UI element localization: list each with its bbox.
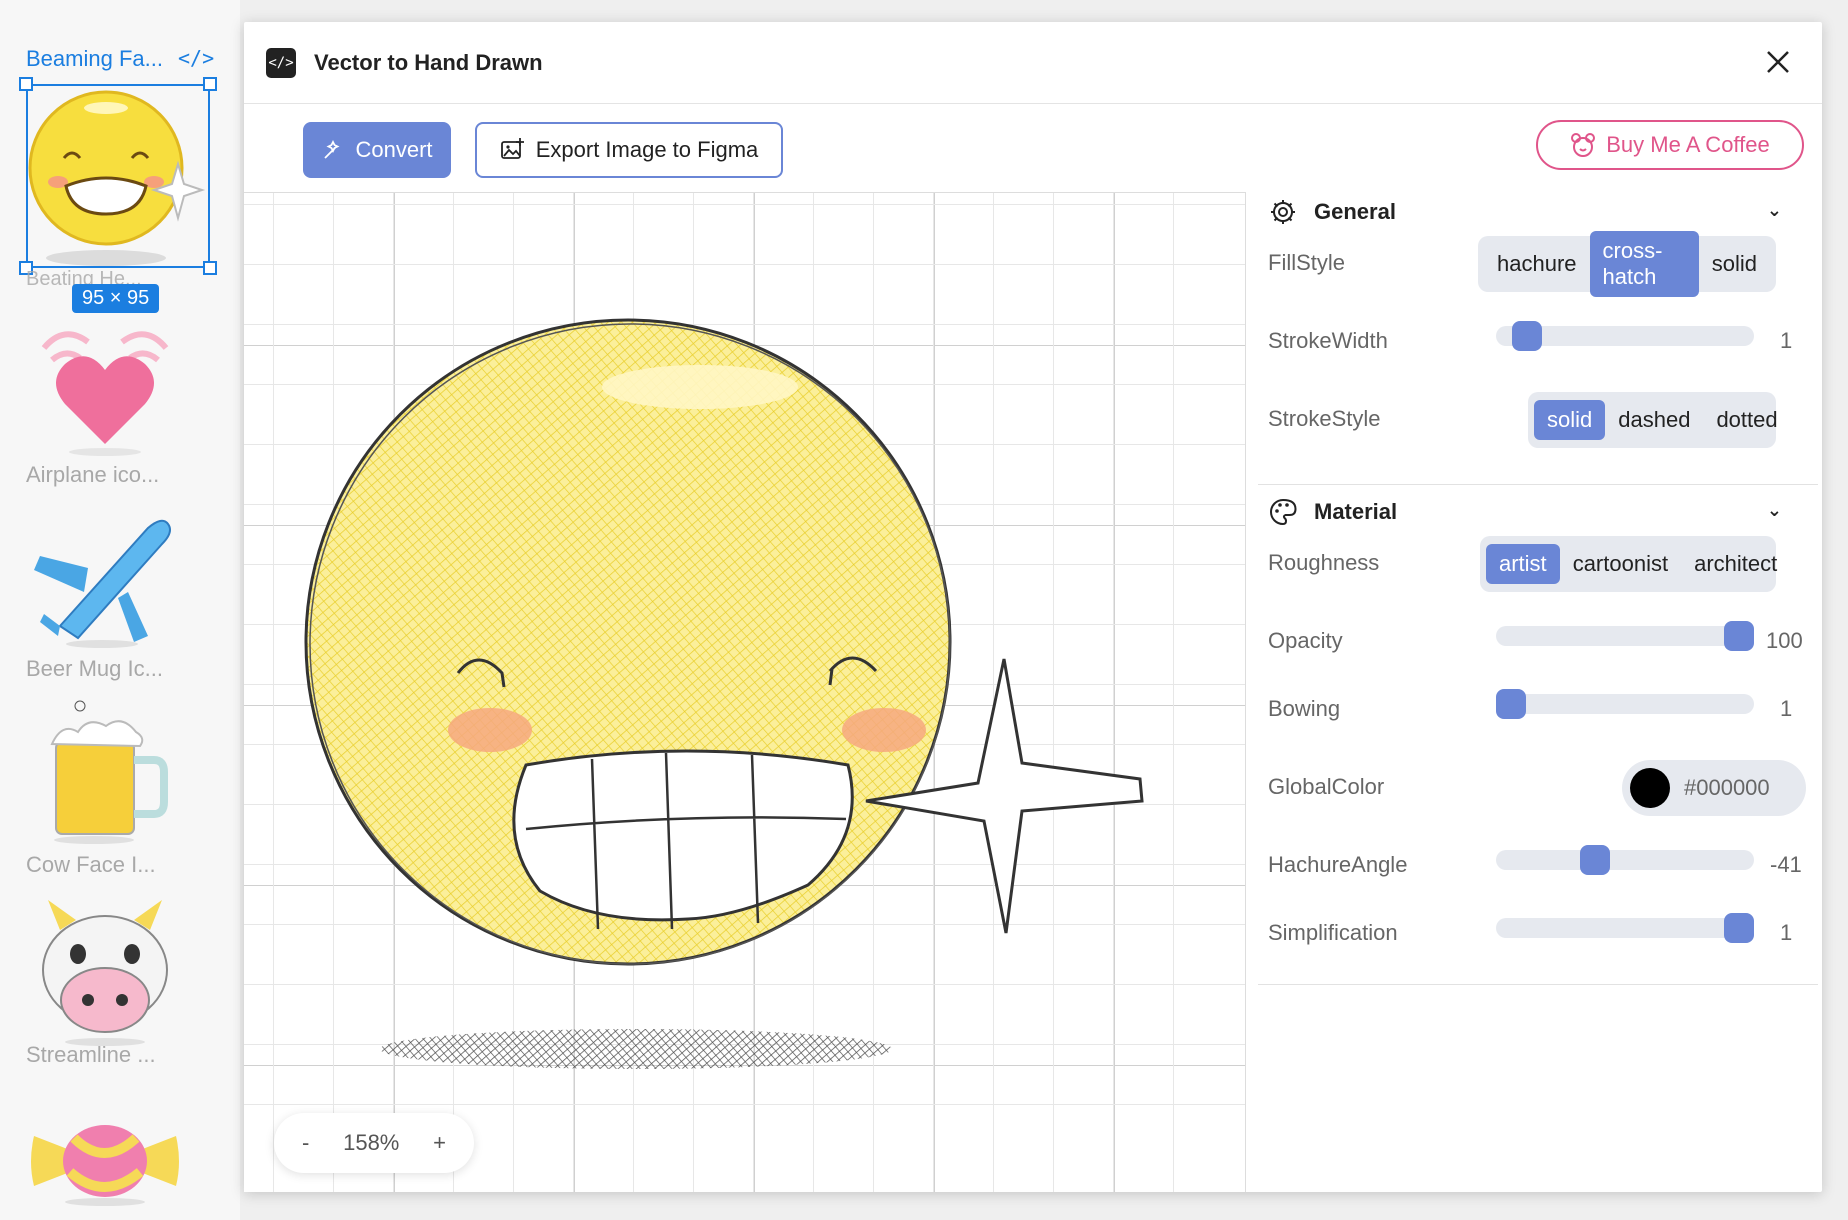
fillstyle-label: FillStyle	[1268, 250, 1346, 275]
hachureangle-slider[interactable]	[1496, 845, 1754, 875]
globalcolor-picker[interactable]: #000000	[1622, 760, 1806, 816]
bear-icon	[1571, 133, 1596, 157]
layer-label[interactable]: Beaming Fa...	[26, 46, 163, 72]
strokewidth-label: StrokeWidth	[1268, 328, 1388, 353]
fillstyle-option-cross-hatch[interactable]: cross-hatch	[1589, 231, 1699, 297]
layers-panel: Beaming Fa... </> Beating He... 95 × 95 …	[0, 0, 240, 1220]
fillstyle-option-hachure[interactable]: hachure	[1484, 244, 1590, 284]
preview-canvas[interactable]: - 158% +	[244, 192, 1246, 1192]
hand-drawn-emoji	[304, 318, 1144, 1069]
layer-label[interactable]: Cow Face I...	[26, 852, 156, 878]
material-section-header[interactable]: Material ⌄	[1268, 492, 1798, 532]
section-divider	[1258, 484, 1818, 485]
slider-thumb[interactable]	[1580, 845, 1610, 875]
strokestyle-segmented: solid dashed dotted	[1528, 392, 1778, 448]
buy-me-a-coffee-button[interactable]: Buy Me A Coffee	[1536, 120, 1804, 170]
general-heading: General	[1314, 199, 1396, 224]
strokewidth-slider[interactable]	[1496, 321, 1754, 351]
roughness-option-artist[interactable]: artist	[1486, 544, 1560, 584]
coffee-label: Buy Me A Coffee	[1606, 132, 1770, 157]
resize-handle-tr[interactable]	[203, 77, 217, 91]
beer-mug-thumbnail[interactable]	[46, 694, 176, 844]
strokestyle-option-dashed[interactable]: dashed	[1605, 400, 1703, 440]
palette-icon	[1270, 498, 1297, 526]
hachureangle-value: -41	[1770, 852, 1802, 877]
slider-thumb[interactable]	[1724, 621, 1754, 651]
layer-label[interactable]: Airplane ico...	[26, 462, 159, 488]
strokestyle-option-solid[interactable]: solid	[1534, 400, 1606, 440]
selection-box[interactable]	[26, 84, 210, 268]
settings-panel: General ⌄ FillStyle hachure cross-hatch …	[1246, 192, 1822, 1192]
layer-label[interactable]: Beer Mug Ic...	[26, 656, 163, 682]
chevron-down-icon[interactable]: ⌄	[1767, 200, 1782, 221]
opacity-slider[interactable]	[1496, 621, 1754, 651]
slider-thumb[interactable]	[1724, 913, 1754, 943]
slider-thumb[interactable]	[1496, 689, 1526, 719]
opacity-value: 100	[1766, 628, 1803, 653]
resize-handle-tl[interactable]	[19, 77, 33, 91]
zoom-in-button[interactable]: +	[433, 1130, 446, 1156]
toolbar: Convert Export Image to Figma Buy Me A C…	[244, 104, 1822, 192]
color-swatch[interactable]	[1630, 768, 1670, 808]
simplification-label: Simplification	[1268, 920, 1398, 945]
zoom-level: 158%	[343, 1130, 400, 1155]
layer-label[interactable]: Streamline ...	[26, 1042, 156, 1068]
globalcolor-value: #000000	[1684, 775, 1770, 800]
roughness-label: Roughness	[1268, 550, 1380, 575]
strokestyle-label: StrokeStyle	[1268, 406, 1381, 431]
roughness-segmented: artist cartoonist architect	[1480, 536, 1777, 592]
titlebar: </> Vector to Hand Drawn	[244, 22, 1822, 104]
image-add-icon	[500, 138, 524, 159]
plugin-window: </> Vector to Hand Drawn Convert Export …	[244, 22, 1822, 1192]
chevron-down-icon[interactable]: ⌄	[1767, 500, 1782, 521]
resize-handle-br[interactable]	[203, 261, 217, 275]
cow-face-thumbnail[interactable]	[30, 896, 180, 1046]
size-badge: 95 × 95	[72, 284, 160, 313]
heart-thumbnail[interactable]	[30, 318, 180, 458]
strokewidth-value: 1	[1780, 328, 1793, 353]
hachureangle-label: HachureAngle	[1268, 852, 1408, 877]
slider-thumb[interactable]	[1512, 321, 1542, 351]
roughness-option-architect[interactable]: architect	[1681, 544, 1790, 584]
plugin-code-icon: </>	[266, 48, 296, 78]
export-image-button[interactable]: Export Image to Figma	[475, 122, 783, 178]
magic-wand-icon	[324, 139, 340, 159]
zoom-out-button[interactable]: -	[302, 1130, 309, 1156]
globalcolor-label: GlobalColor	[1268, 774, 1385, 799]
roughness-option-cartoonist[interactable]: cartoonist	[1560, 544, 1681, 584]
material-heading: Material	[1314, 499, 1398, 524]
opacity-label: Opacity	[1268, 628, 1343, 653]
convert-label: Convert	[355, 137, 433, 162]
simplification-value: 1	[1780, 920, 1793, 945]
close-icon[interactable]	[1762, 46, 1794, 78]
general-section-header[interactable]: General ⌄	[1268, 192, 1798, 232]
zoom-control: - 158% +	[274, 1113, 474, 1173]
strokestyle-option-dotted[interactable]: dotted	[1703, 400, 1790, 440]
convert-button[interactable]: Convert	[303, 122, 451, 178]
export-label: Export Image to Figma	[535, 137, 759, 162]
section-divider	[1258, 984, 1818, 985]
bowing-label: Bowing	[1268, 696, 1341, 721]
bowing-slider[interactable]	[1496, 689, 1754, 719]
window-title: Vector to Hand Drawn	[314, 50, 543, 75]
fillstyle-option-solid[interactable]: solid	[1699, 244, 1770, 284]
bowing-value: 1	[1780, 696, 1793, 721]
candy-thumbnail[interactable]	[30, 1106, 180, 1206]
simplification-slider[interactable]	[1496, 913, 1754, 943]
airplane-thumbnail[interactable]	[30, 508, 180, 648]
fillstyle-segmented: hachure cross-hatch solid	[1478, 231, 1776, 297]
code-icon[interactable]: </>	[178, 46, 214, 70]
gear-icon	[1271, 200, 1295, 224]
